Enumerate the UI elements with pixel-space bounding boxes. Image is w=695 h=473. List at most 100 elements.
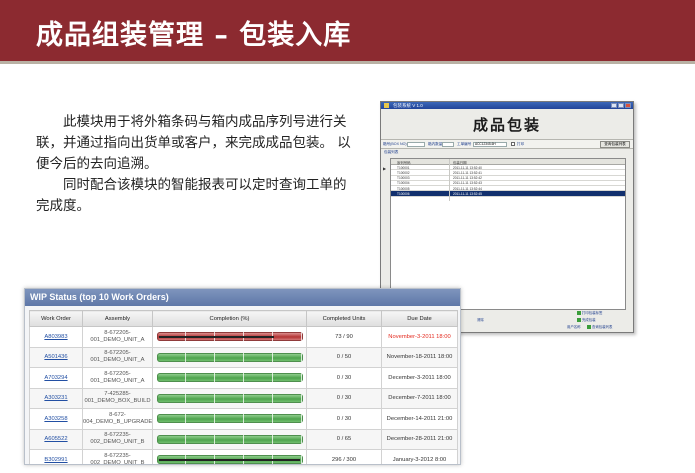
work-order-link[interactable]: A501436 <box>29 346 83 368</box>
grid-rows: T100001 2011-11-11 13:52:40 T100002 2011-11… <box>391 165 625 197</box>
wip-table: Work Order Assembly Completion (%) Compl… <box>29 310 458 464</box>
completed-units-cell: 0 / 65 <box>306 428 382 450</box>
app-icon <box>384 103 389 108</box>
wip-table-header: Work Order Assembly Completion (%) Compl… <box>29 310 458 327</box>
completion-cell <box>152 367 307 389</box>
header-due-date[interactable]: Due Date <box>381 310 458 327</box>
due-date-cell: December-3-2011 18:00 <box>381 367 458 389</box>
query-footer-button[interactable]: 查询包装列表 <box>587 324 612 330</box>
completed-units-cell: 0 / 30 <box>306 408 382 430</box>
assembly-cell: 8-672235-002_DEMO_UNIT_B <box>82 449 153 464</box>
header-work-order[interactable]: Work Order <box>29 310 83 327</box>
work-order-link[interactable]: B302991 <box>29 449 83 464</box>
completion-cell <box>152 449 307 464</box>
grid-cell-date: 2011-11-11 13:52:44 <box>453 186 482 191</box>
due-date-cell: December-28-2011 21:00 <box>381 428 458 450</box>
completion-progress-bar <box>156 373 303 383</box>
grid-caption: 包装列表 <box>384 150 399 154</box>
app-banner: 成品包装 <box>381 109 633 139</box>
completion-cell <box>152 408 307 430</box>
wip-row: A303258 8-672-004_DEMO_B_UPGRADE 0 / 30 Dec… <box>29 408 458 430</box>
grid-cell-date: 2011-11-11 13:52:45 <box>453 191 482 196</box>
completion-cell <box>152 346 307 368</box>
progress-fill <box>158 459 300 462</box>
assembly-cell: 8-672-004_DEMO_B_UPGRADE <box>82 408 153 430</box>
module-description: 此模块用于将外箱条码与箱内成品序列号进行关联，并通过指向出货单或客户，来完成成品… <box>36 112 356 217</box>
app-banner-title: 成品包装 <box>472 115 541 134</box>
assembly-cell: 7-425285-001_DEMO_BOX_BUILD <box>82 387 153 409</box>
progress-ticks <box>156 414 303 424</box>
completion-cell <box>152 428 307 450</box>
completion-progress-bar <box>156 434 303 444</box>
work-order-label: 工单编号 <box>457 142 472 146</box>
due-date-cell: January-3-2012 8:00 <box>381 449 458 464</box>
green-button-icon <box>577 317 581 322</box>
completed-units-cell: 296 / 300 <box>306 449 382 464</box>
wip-table-body: A803983 8-672205-001_DEMO_UNIT_A 73 / 90 No… <box>29 326 458 464</box>
grid-column-divider <box>449 159 450 201</box>
completion-cell <box>152 326 307 348</box>
completion-progress-bar <box>156 455 303 464</box>
completion-progress-bar <box>156 352 303 362</box>
progress-ticks <box>156 393 303 403</box>
progress-fill <box>158 336 274 339</box>
complete-pack-button[interactable]: 完成包装 <box>577 317 596 323</box>
wip-row: A303231 7-425285-001_DEMO_BOX_BUILD 0 / 30… <box>29 387 458 409</box>
grid-cell-date: 2011-11-11 13:52:41 <box>453 170 482 175</box>
progress-ticks <box>156 373 303 383</box>
grid-cell-serial: T100005 <box>397 186 410 191</box>
header-completion[interactable]: Completion (%) <box>152 310 307 327</box>
grid-cell-serial: T100002 <box>397 170 410 175</box>
completion-cell <box>152 387 307 409</box>
work-order-link[interactable]: A803983 <box>29 326 83 348</box>
box-qty-field[interactable] <box>442 142 454 147</box>
work-order-link[interactable]: A605522 <box>29 428 83 450</box>
grid-row[interactable]: T100006 2011-11-11 13:52:45 <box>391 191 625 197</box>
box-no-label: 箱号(BOX NO) <box>383 142 407 146</box>
header-assembly[interactable]: Assembly <box>82 310 153 327</box>
work-order-link[interactable]: A303231 <box>29 387 83 409</box>
grid-cell-serial: T100001 <box>397 165 410 170</box>
minimize-icon[interactable] <box>611 103 617 108</box>
print-checkbox[interactable] <box>511 142 515 146</box>
completed-units-cell: 0 / 50 <box>306 346 382 368</box>
wip-row: A605522 8-672235-002_DEMO_UNIT_B 0 / 65 Dec… <box>29 428 458 450</box>
due-date-cell: December-7-2011 18:00 <box>381 387 458 409</box>
header-completed-units[interactable]: Completed Units <box>306 310 382 327</box>
due-date-cell: November-18-2011 18:00 <box>381 346 458 368</box>
assembly-cell: 8-672235-002_DEMO_UNIT_B <box>82 428 153 450</box>
progress-ticks <box>156 434 303 444</box>
due-date-cell: December-14-2011 21:00 <box>381 408 458 430</box>
row-pointer-icon: ▶ <box>383 166 387 171</box>
reset-button[interactable]: 清除 <box>477 317 484 323</box>
slide-title: 成品组装管理 – 包装入库 <box>36 20 352 51</box>
wip-row: A703294 8-672205-001_DEMO_UNIT_A 0 / 30 Dec… <box>29 367 458 389</box>
box-qty-label: 箱内数量 <box>428 142 443 146</box>
completed-units-cell: 0 / 30 <box>306 387 382 409</box>
grid-cell-date: 2011-11-11 13:52:40 <box>453 165 482 170</box>
close-icon[interactable] <box>625 103 631 108</box>
work-order-link[interactable]: A703294 <box>29 367 83 389</box>
wip-row: B302991 8-672235-002_DEMO_UNIT_B 296 / 300… <box>29 449 458 464</box>
green-button-icon <box>587 324 591 329</box>
green-button-icon <box>577 310 581 315</box>
query-list-button[interactable]: 查询包装列表 <box>600 141 630 148</box>
due-date-cell: November-3-2011 18:00 <box>381 326 458 348</box>
box-no-field[interactable] <box>407 142 425 147</box>
wip-status-panel: WIP Status (top 10 Work Orders) Work Ord… <box>24 288 461 465</box>
wip-row: A803983 8-672205-001_DEMO_UNIT_A 73 / 90 No… <box>29 326 458 348</box>
completed-units-cell: 0 / 30 <box>306 367 382 389</box>
work-order-link[interactable]: A303258 <box>29 408 83 430</box>
print-label-button[interactable]: 打印包装标签 <box>577 310 602 316</box>
work-order-field[interactable]: ACC12345-6H <box>473 142 507 147</box>
status-user: 用户名称 <box>567 325 581 329</box>
assembly-cell: 8-672205-001_DEMO_UNIT_A <box>82 367 153 389</box>
title-band: 成品组装管理 – 包装入库 <box>0 0 695 64</box>
completed-units-cell: 73 / 90 <box>306 326 382 348</box>
assembly-cell: 8-672205-001_DEMO_UNIT_A <box>82 326 153 348</box>
maximize-icon[interactable] <box>618 103 624 108</box>
window-controls <box>611 103 631 108</box>
completion-progress-bar <box>156 393 303 403</box>
wip-row: A501436 8-672205-001_DEMO_UNIT_A 0 / 50 Nov… <box>29 346 458 368</box>
progress-ticks <box>156 352 303 362</box>
